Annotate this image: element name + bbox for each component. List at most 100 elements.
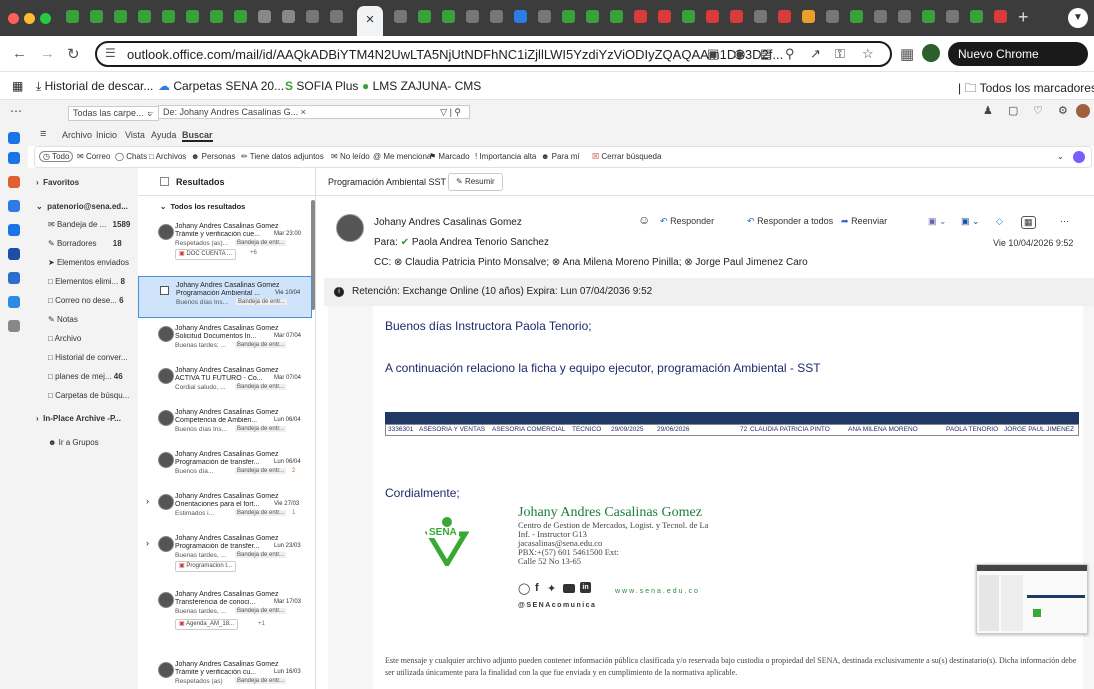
tab-favicon[interactable] xyxy=(466,10,479,23)
cast-icon[interactable]: ▣ xyxy=(707,46,719,62)
reply-all-button[interactable]: ↶ Responder a todos xyxy=(747,216,833,227)
list-item[interactable]: Johany Andres Casalinas Gomez ACTIVA TU … xyxy=(138,362,312,404)
tab-favicon[interactable] xyxy=(234,10,247,23)
filter-para-mi[interactable]: ☻ Para mí xyxy=(541,152,580,161)
tab-favicon[interactable] xyxy=(138,10,151,23)
tab-vista[interactable]: Vista xyxy=(125,130,145,140)
bookmark-sofia-plus[interactable]: S SOFIA Plus xyxy=(285,79,358,93)
tab-favicon[interactable] xyxy=(330,10,343,23)
results-group-header[interactable]: ⌄ Todos los resultados xyxy=(160,202,245,211)
tab-ayuda[interactable]: Ayuda xyxy=(151,130,176,140)
attachment-chip[interactable]: ▣ DOC CUENTA ... xyxy=(175,249,236,260)
mail-app-icon[interactable] xyxy=(8,132,20,144)
chat-icon[interactable]: ▢ xyxy=(1008,104,1018,117)
bookmark-lms-zajuna[interactable]: ● LMS ZAJUNA- CMS xyxy=(362,79,481,93)
people-app-icon[interactable] xyxy=(8,200,20,212)
eye-icon[interactable]: ◉ xyxy=(734,46,745,62)
favorites-header[interactable]: › Favoritos xyxy=(36,178,79,187)
tab-favicon[interactable] xyxy=(634,10,647,23)
list-item[interactable]: Johany Andres Casalinas Gomez Programaci… xyxy=(138,446,312,488)
copilot-loop-icon[interactable]: ◇ xyxy=(996,216,1003,227)
select-all-checkbox[interactable] xyxy=(160,177,169,186)
tab-favicon[interactable] xyxy=(658,10,671,23)
tab-favicon[interactable] xyxy=(514,10,527,23)
new-tab-button[interactable]: + xyxy=(1018,7,1029,28)
account-header[interactable]: ⌄ patenorio@sena.ed... xyxy=(36,202,128,211)
tab-favicon[interactable] xyxy=(850,10,863,23)
more-attachments[interactable]: +1 xyxy=(258,621,265,627)
extensions-icon[interactable]: ▦ xyxy=(900,45,914,63)
tab-favicon[interactable] xyxy=(874,10,887,23)
password-key-icon[interactable]: ⚿ xyxy=(835,46,845,62)
tab-favicon[interactable] xyxy=(754,10,767,23)
folder-item-bandeja[interactable]: ✉ Bandeja de ... 1589 xyxy=(48,220,130,229)
tab-favicon[interactable] xyxy=(114,10,127,23)
sender-name[interactable]: Johany Andres Casalinas Gomez xyxy=(374,217,522,228)
settings-gear-icon[interactable]: ⚙ xyxy=(1058,104,1068,117)
onedrive-app-icon[interactable] xyxy=(8,296,20,308)
pdf-export-icon[interactable]: ▣ ⌄ xyxy=(961,216,980,227)
list-item[interactable]: Johany Andres Casalinas Gomez Trámite y … xyxy=(138,656,312,689)
filter-me-menciona[interactable]: @ Me menciona xyxy=(373,152,431,161)
minimize-window-button[interactable] xyxy=(24,13,35,24)
list-item[interactable]: Johany Andres Casalinas Gomez Solicitud … xyxy=(138,320,312,362)
forward-button[interactable]: ➦ Reenviar xyxy=(841,216,887,227)
facebook-icon[interactable]: f xyxy=(535,582,539,594)
tab-favicon[interactable] xyxy=(898,10,911,23)
app-launcher-icon[interactable]: ⋯ xyxy=(10,104,22,118)
reply-button[interactable]: ↶ Responder xyxy=(660,216,714,227)
attachment-chip[interactable]: ▣ Programacion t... xyxy=(175,561,237,572)
recipient[interactable]: Paola Andrea Tenorio Sanchez xyxy=(412,237,549,248)
tab-search-chevron-icon[interactable]: ▼ xyxy=(1068,8,1088,28)
folder-item-notas[interactable]: ✎ Notas xyxy=(48,315,78,324)
active-tab-close-icon[interactable]: × xyxy=(357,6,383,36)
folder-item-no-deseado[interactable]: □ Correo no dese... 6 xyxy=(48,296,124,305)
more-apps-icon[interactable] xyxy=(8,320,20,332)
tab-favicon[interactable] xyxy=(586,10,599,23)
list-item[interactable]: Johany Andres Casalinas Gomez Competenci… xyxy=(138,404,312,446)
bookmark-star-icon[interactable]: ☆ xyxy=(862,46,874,62)
emoji-react-icon[interactable]: ☺ xyxy=(638,213,650,227)
tab-favicon[interactable] xyxy=(210,10,223,23)
folder-item-borradores[interactable]: ✎ Borradores 18 xyxy=(48,239,122,248)
word-app-icon[interactable] xyxy=(8,248,20,260)
tab-favicon[interactable] xyxy=(778,10,791,23)
twitter-icon[interactable]: ✦ xyxy=(547,582,556,595)
tab-favicon[interactable] xyxy=(994,10,1007,23)
summarize-button[interactable]: ✎ Resumir xyxy=(448,173,503,191)
bell-icon[interactable]: ♡ xyxy=(1033,104,1043,117)
list-item[interactable]: › Johany Andres Casalinas Gomez Orientac… xyxy=(138,488,312,530)
select-checkbox[interactable] xyxy=(160,286,169,295)
url-text[interactable]: outlook.office.com/mail/id/AAQkADBiYTM4N… xyxy=(127,47,783,62)
tab-favicon[interactable] xyxy=(730,10,743,23)
teams-icon[interactable]: ♟ xyxy=(983,104,993,117)
cc-recipient[interactable]: Claudia Patricia Pinto Monsalve; xyxy=(405,257,549,268)
folder-scope-dropdown[interactable]: Todas las carpe... ⌄ xyxy=(68,106,159,121)
attachment-chip[interactable]: ▣ Agenda_AM_18... xyxy=(175,619,239,630)
sena-website[interactable]: www.sena.edu.co xyxy=(615,588,700,595)
tab-favicon[interactable] xyxy=(162,10,175,23)
search-box[interactable]: De: Johany Andres Casalinas G... × ▽ | ⚲ xyxy=(158,105,470,119)
apps-icon[interactable]: ▦ xyxy=(1021,216,1036,229)
tab-favicon[interactable] xyxy=(186,10,199,23)
bookmark-historial[interactable]: ⤓ Historial de descar... xyxy=(36,79,153,94)
zoom-icon[interactable]: ⚲ xyxy=(785,46,795,62)
todo-app-icon[interactable] xyxy=(8,224,20,236)
groups-link[interactable]: ☻ Ir a Grupos xyxy=(48,438,99,447)
back-arrow-icon[interactable]: ← xyxy=(12,45,27,62)
bookmark-carpetas-sena[interactable]: ☁ Carpetas SENA 20... xyxy=(158,79,284,93)
tab-archivo[interactable]: Archivo xyxy=(62,130,92,140)
profile-avatar-icon[interactable] xyxy=(922,44,940,62)
copilot-app-icon[interactable] xyxy=(8,176,20,188)
linkedin-icon[interactable]: in xyxy=(580,582,591,593)
tab-favicon[interactable] xyxy=(802,10,815,23)
folder-item-enviados[interactable]: ➤ Elementos enviados xyxy=(48,258,129,267)
folder-item-archivo[interactable]: □ Archivo xyxy=(48,334,81,343)
site-info-icon[interactable]: ☰ xyxy=(105,46,116,60)
tab-favicon[interactable] xyxy=(946,10,959,23)
tab-favicon[interactable] xyxy=(610,10,623,23)
toolbar-overflow-chevron-icon[interactable]: ⌄ xyxy=(1057,152,1064,161)
list-item[interactable]: Johany Andres Casalinas Gomez Trámite y … xyxy=(138,218,312,260)
tab-favicon[interactable] xyxy=(970,10,983,23)
expand-thread-icon[interactable]: › xyxy=(146,496,149,506)
